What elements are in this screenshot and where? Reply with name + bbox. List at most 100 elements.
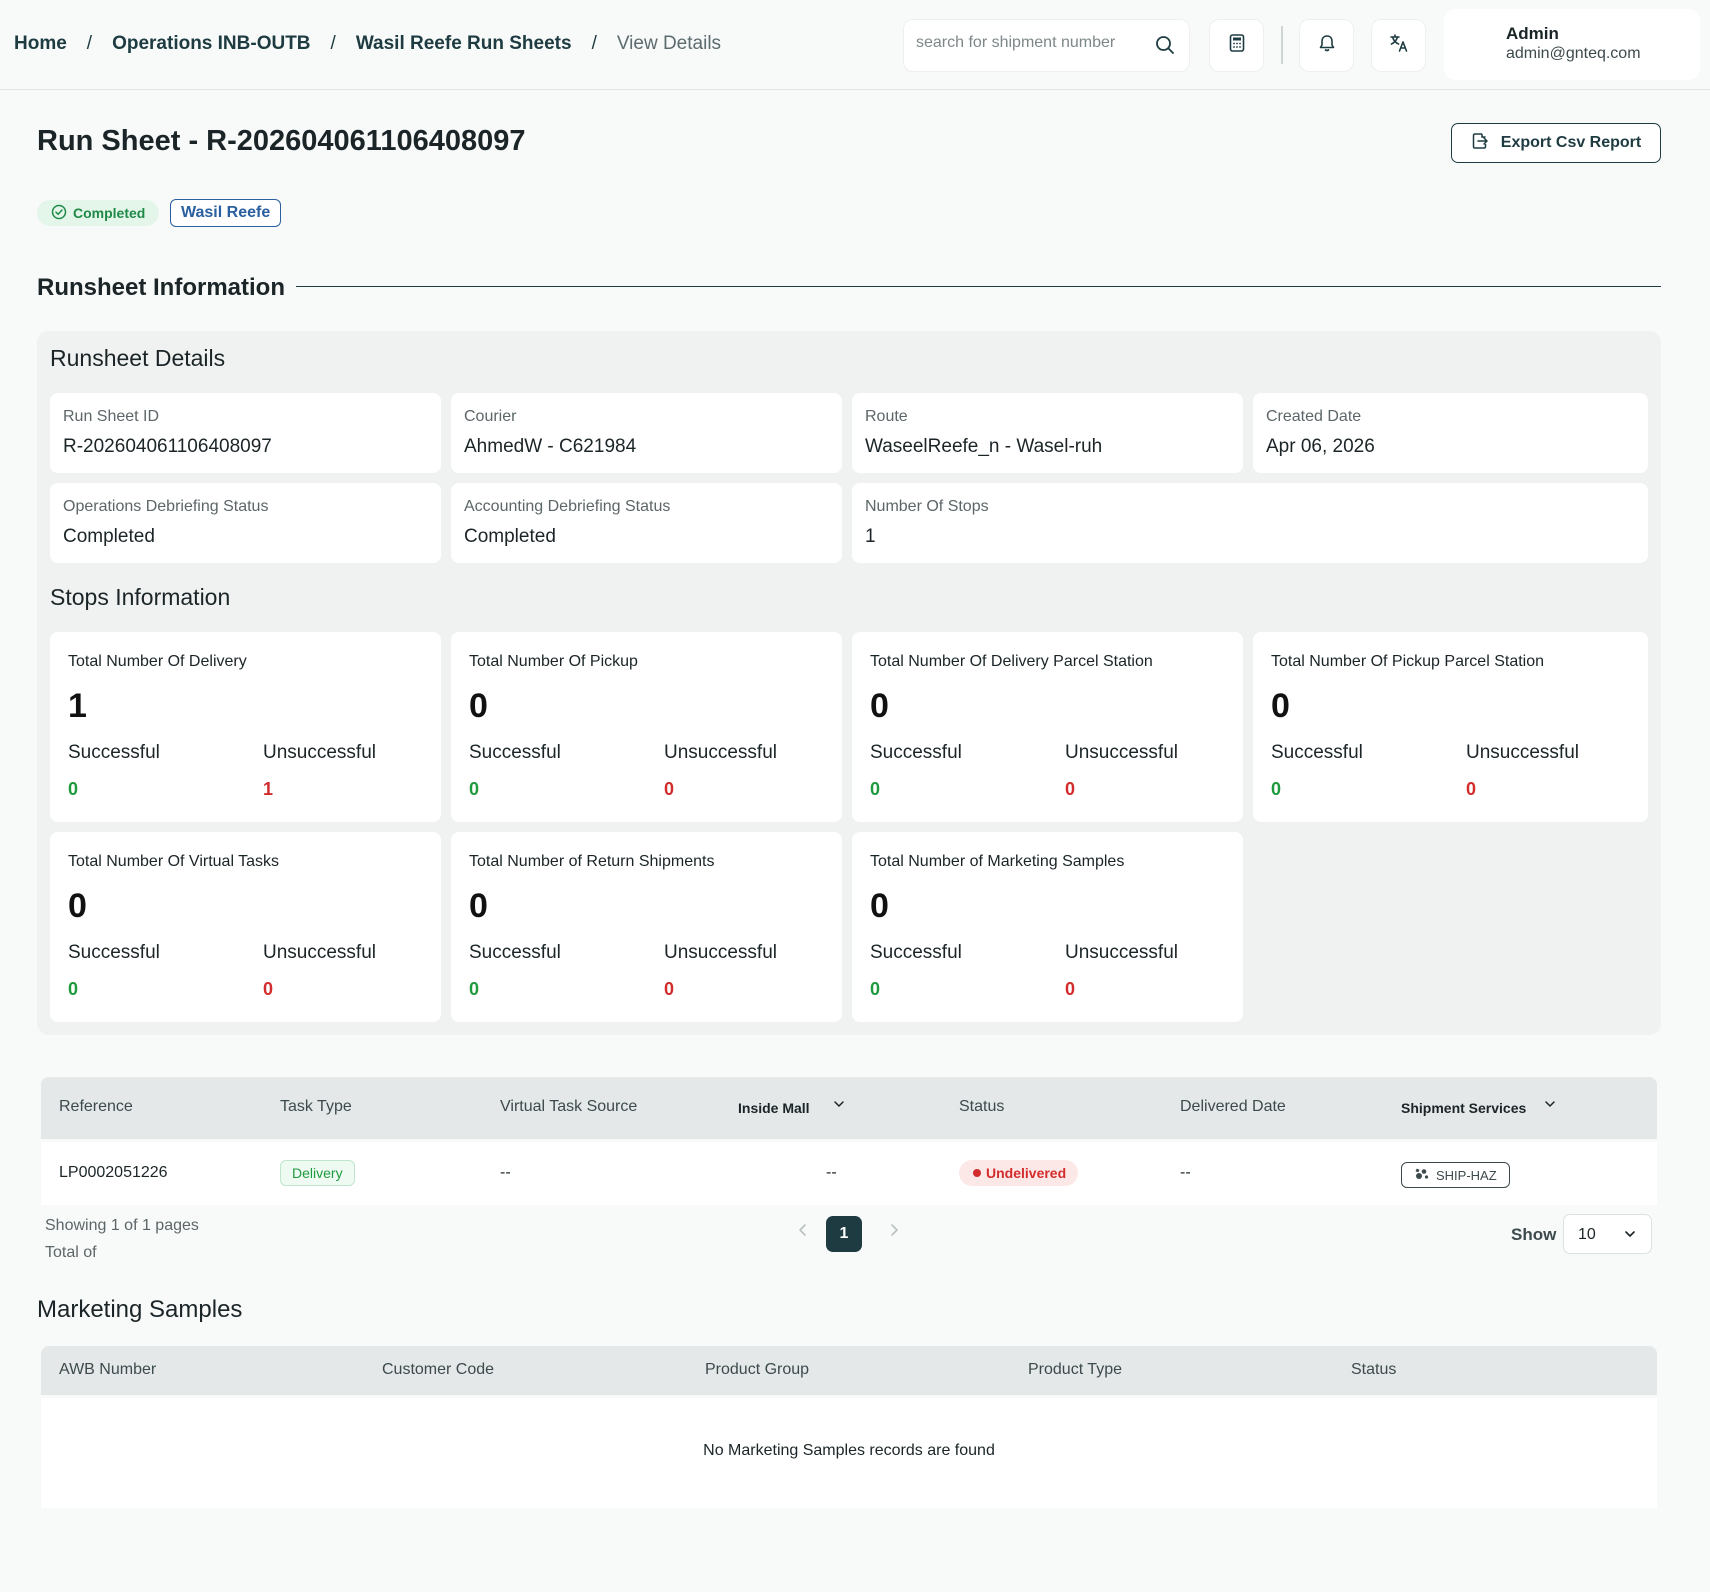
stat-title: Total Number Of Virtual Tasks [68, 853, 280, 870]
breadcrumb-separator: / [330, 33, 336, 54]
field-label: Route [865, 408, 908, 425]
search-input[interactable] [916, 34, 1146, 52]
stat-title: Total Number of Marketing Samples [870, 853, 1125, 870]
language-button[interactable] [1371, 19, 1426, 72]
field-label: Created Date [1266, 408, 1362, 425]
successful-label: Successful [469, 742, 561, 763]
unsuccessful-value: 0 [664, 979, 675, 999]
shipment-service-badge: SHIP-HAZ [1401, 1162, 1510, 1188]
chevron-right-icon[interactable] [886, 1222, 902, 1243]
page-size-value: 10 [1578, 1226, 1596, 1243]
stat-total: 0 [870, 887, 889, 925]
field-label: Operations Debriefing Status [63, 498, 269, 515]
field-value: WaseelReefe_n - Wasel-ruh [865, 436, 1103, 457]
marketing-samples-title: Marketing Samples [37, 1296, 243, 1323]
unsuccessful-label: Unsuccessful [664, 742, 777, 763]
field-value: Apr 06, 2026 [1266, 436, 1375, 457]
marketing-samples-table-body: No Marketing Samples records are found [41, 1398, 1657, 1508]
successful-label: Successful [1271, 742, 1363, 763]
unsuccessful-label: Unsuccessful [1065, 942, 1178, 963]
breadcrumb-current: View Details [616, 33, 722, 54]
unsuccessful-value: 0 [664, 779, 675, 799]
page-title: Run Sheet - R-202604061106408097 [37, 125, 526, 157]
page-size-select[interactable]: 10 [1563, 1214, 1652, 1254]
unsuccessful-value: 0 [1466, 779, 1477, 799]
unsuccessful-label: Unsuccessful [1466, 742, 1579, 763]
column-header-product-group: Product Group [705, 1361, 810, 1378]
column-header-awb-number: AWB Number [59, 1361, 157, 1378]
unsuccessful-label: Unsuccessful [263, 742, 376, 763]
cell-inside-mall: -- [826, 1164, 837, 1181]
notifications-button[interactable] [1299, 19, 1354, 72]
translate-icon [1389, 33, 1409, 58]
divider [1281, 26, 1283, 64]
chevron-down-icon[interactable] [1544, 1097, 1556, 1115]
hazard-icon [1414, 1167, 1430, 1184]
runsheet-details-title: Runsheet Details [50, 345, 226, 371]
runsheet-info-panel: Runsheet Details Run Sheet ID R-20260406… [37, 331, 1661, 1035]
page-button-current[interactable]: 1 [826, 1216, 862, 1252]
unsuccessful-value: 0 [1065, 779, 1076, 799]
breadcrumb-runsheets[interactable]: Wasil Reefe Run Sheets [356, 33, 572, 55]
column-header-status: Status [1351, 1361, 1397, 1378]
stat-card-delivery: Total Number Of Delivery 1 Successful Un… [50, 632, 441, 822]
total-text: Total of [45, 1244, 97, 1261]
column-header-status: Status [959, 1098, 1005, 1115]
chevron-down-icon[interactable] [833, 1097, 845, 1115]
user-menu[interactable]: Admin admin@gnteq.com [1444, 9, 1700, 80]
section-divider [296, 286, 1661, 287]
check-circle-icon [51, 204, 67, 223]
field-route: Route WaseelReefe_n - Wasel-ruh [852, 393, 1243, 473]
page-size-label: Show [1511, 1225, 1557, 1244]
runsheet-information-title: Runsheet Information [37, 274, 286, 301]
table-row[interactable]: LP0002051226 Delivery -- -- Undelivered … [41, 1142, 1657, 1205]
successful-label: Successful [870, 942, 962, 963]
breadcrumb: Home / Operations INB-OUTB / Wasil Reefe… [14, 33, 721, 55]
status-label: Undelivered [986, 1165, 1067, 1181]
stat-card-pickup: Total Number Of Pickup 0 Successful Unsu… [451, 632, 842, 822]
stat-card-delivery-parcel-station: Total Number Of Delivery Parcel Station … [852, 632, 1243, 822]
field-created-date: Created Date Apr 06, 2026 [1253, 393, 1648, 473]
stat-card-pickup-parcel-station: Total Number Of Pickup Parcel Station 0 … [1253, 632, 1648, 822]
successful-value: 0 [1271, 779, 1282, 799]
field-run-sheet-id: Run Sheet ID R-202604061106408097 [50, 393, 441, 473]
column-header-shipment-services[interactable]: Shipment Services [1401, 1100, 1526, 1116]
field-accounting-debriefing-status: Accounting Debriefing Status Completed [451, 483, 842, 563]
marketing-samples-table-header: AWB Number Customer Code Product Group P… [41, 1346, 1657, 1395]
stat-total: 1 [68, 687, 87, 725]
successful-label: Successful [68, 742, 160, 763]
column-header-customer-code: Customer Code [382, 1361, 495, 1378]
calculator-icon [1229, 34, 1245, 57]
field-courier: Courier AhmedW - C621984 [451, 393, 842, 473]
successful-value: 0 [469, 779, 480, 799]
status-dot-icon [973, 1169, 981, 1177]
field-value: R-202604061106408097 [63, 436, 272, 457]
successful-label: Successful [68, 942, 160, 963]
unsuccessful-value: 0 [1065, 979, 1076, 999]
export-icon [1471, 132, 1489, 155]
breadcrumb-separator: / [86, 33, 93, 54]
breadcrumb-operations[interactable]: Operations INB-OUTB [112, 33, 310, 55]
unsuccessful-value: 1 [263, 779, 274, 799]
cell-reference[interactable]: LP0002051226 [59, 1164, 168, 1182]
field-value: Completed [464, 526, 556, 547]
export-csv-label: Export Csv Report [1500, 134, 1642, 151]
field-value: 1 [865, 526, 876, 547]
status-badge-undelivered: Undelivered [959, 1160, 1079, 1186]
stat-title: Total Number of Return Shipments [469, 853, 715, 870]
chevron-left-icon[interactable] [795, 1222, 811, 1243]
stat-card-marketing-samples: Total Number of Marketing Samples 0 Succ… [852, 832, 1243, 1022]
column-header-inside-mall[interactable]: Inside Mall [738, 1100, 810, 1116]
export-csv-button[interactable]: Export Csv Report [1451, 123, 1661, 163]
column-header-task-type: Task Type [280, 1098, 352, 1115]
breadcrumb-home[interactable]: Home [14, 33, 67, 55]
search-icon[interactable] [1155, 35, 1175, 60]
unsuccessful-label: Unsuccessful [263, 942, 376, 963]
field-label: Accounting Debriefing Status [464, 498, 671, 515]
stat-total: 0 [469, 687, 488, 725]
successful-value: 0 [870, 979, 881, 999]
top-bar: Home / Operations INB-OUTB / Wasil Reefe… [0, 0, 1710, 90]
unsuccessful-label: Unsuccessful [1065, 742, 1178, 763]
calculator-button[interactable] [1209, 19, 1264, 72]
field-number-of-stops: Number Of Stops 1 [852, 483, 1648, 563]
